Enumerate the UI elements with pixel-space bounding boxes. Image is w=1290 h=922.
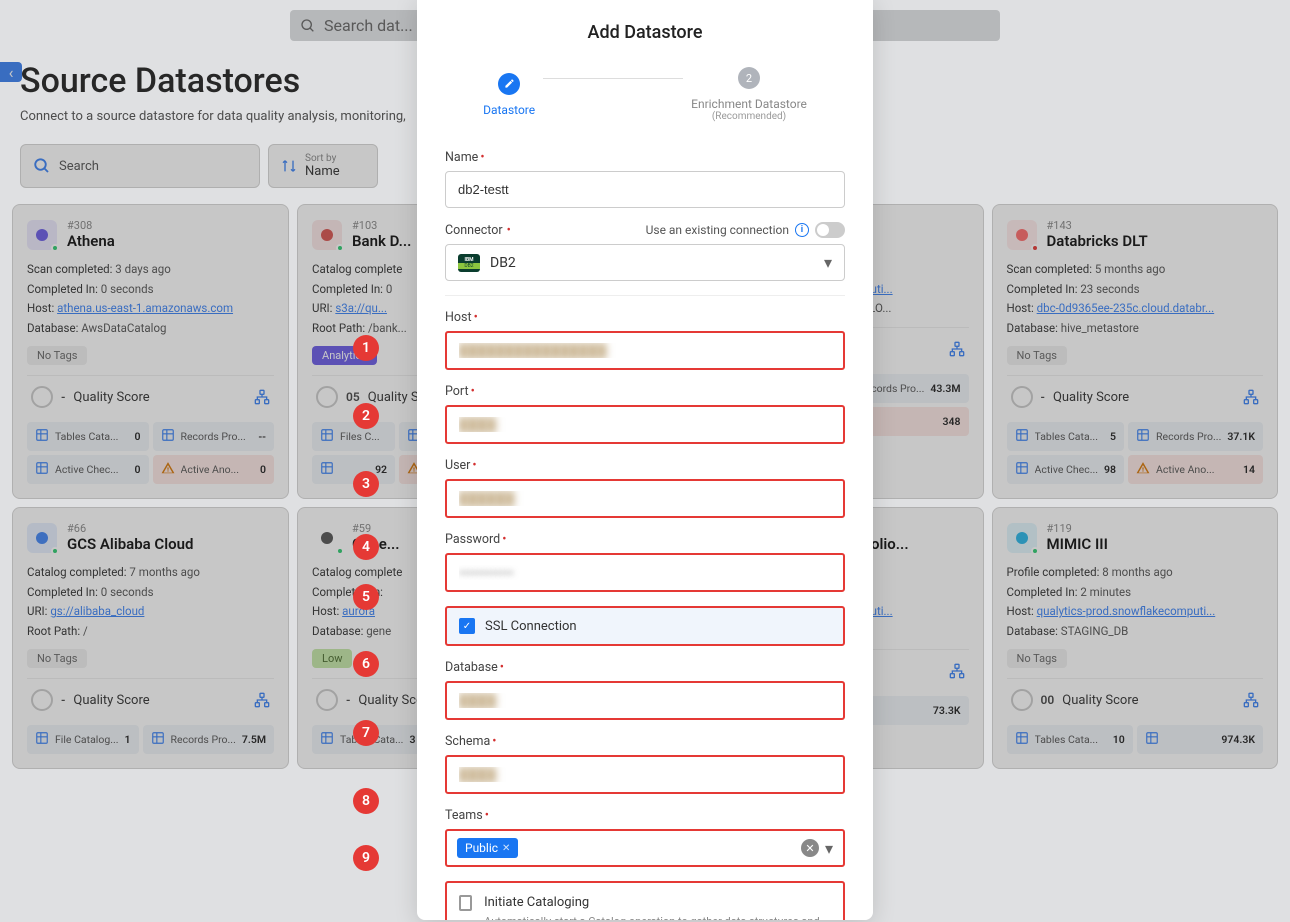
initiate-cataloging-box[interactable]: Initiate Cataloging Automatically start … xyxy=(445,881,845,920)
catalog-desc: Automatically start a Catalog operation … xyxy=(484,914,831,920)
connector-label: Connector• xyxy=(445,223,511,238)
teams-select[interactable]: Public✕ ✕ ▾ xyxy=(445,829,845,867)
teams-label: Teams• xyxy=(445,808,845,823)
annotation-badge-4: 4 xyxy=(353,534,379,560)
database-label: Database• xyxy=(445,660,845,675)
clear-icon[interactable]: ✕ xyxy=(801,839,819,857)
catalog-checkbox[interactable] xyxy=(459,895,472,911)
modal-title: Add Datastore xyxy=(445,22,845,43)
caret-down-icon: ▾ xyxy=(824,253,832,272)
annotation-badge-2: 2 xyxy=(353,403,379,429)
step-2-label: Enrichment Datastore xyxy=(691,97,807,111)
ssl-label: SSL Connection xyxy=(485,619,577,634)
ssl-connection-row[interactable]: ✓ SSL Connection xyxy=(445,606,845,646)
connector-select[interactable]: IBMDB2 DB2 ▾ xyxy=(445,244,845,281)
step-2-circle[interactable]: 2 xyxy=(738,67,760,89)
step-connector xyxy=(543,78,683,79)
catalog-title: Initiate Cataloging xyxy=(484,895,831,910)
port-input[interactable] xyxy=(445,405,845,444)
name-label: Name• xyxy=(445,150,845,165)
team-chip-public[interactable]: Public✕ xyxy=(457,838,518,858)
schema-input[interactable] xyxy=(445,755,845,794)
host-label: Host• xyxy=(445,310,845,325)
step-1-label: Datastore xyxy=(483,103,535,117)
step-1-circle[interactable] xyxy=(498,73,520,95)
user-input[interactable] xyxy=(445,479,845,518)
annotation-badge-1: 1 xyxy=(353,335,379,361)
info-icon[interactable]: i xyxy=(795,223,809,237)
db2-icon: IBMDB2 xyxy=(458,254,480,272)
connector-value: DB2 xyxy=(490,255,814,271)
annotation-badge-6: 6 xyxy=(353,651,379,677)
password-input[interactable] xyxy=(445,553,845,592)
existing-connection-toggle[interactable] xyxy=(815,222,845,238)
name-input[interactable] xyxy=(445,171,845,208)
existing-connection-label: Use an existing connection xyxy=(646,223,789,237)
annotation-badge-7: 7 xyxy=(353,720,379,746)
password-label: Password• xyxy=(445,532,845,547)
database-input[interactable] xyxy=(445,681,845,720)
host-input[interactable] xyxy=(445,331,845,370)
stepper: Datastore 2 Enrichment Datastore (Recomm… xyxy=(445,67,845,122)
pencil-icon xyxy=(504,78,515,89)
schema-label: Schema• xyxy=(445,734,845,749)
annotation-badge-5: 5 xyxy=(353,584,379,610)
annotation-badge-8: 8 xyxy=(353,788,379,814)
ssl-checkbox[interactable]: ✓ xyxy=(459,618,475,634)
chip-remove-icon[interactable]: ✕ xyxy=(502,843,510,854)
port-label: Port• xyxy=(445,384,845,399)
step-2-sub: (Recommended) xyxy=(712,111,786,122)
user-label: User• xyxy=(445,458,845,473)
annotation-badge-3: 3 xyxy=(353,471,379,497)
caret-down-icon: ▾ xyxy=(825,839,833,858)
annotation-badge-9: 9 xyxy=(353,845,379,871)
add-datastore-modal: Add Datastore Datastore 2 Enrichment Dat… xyxy=(417,0,873,920)
